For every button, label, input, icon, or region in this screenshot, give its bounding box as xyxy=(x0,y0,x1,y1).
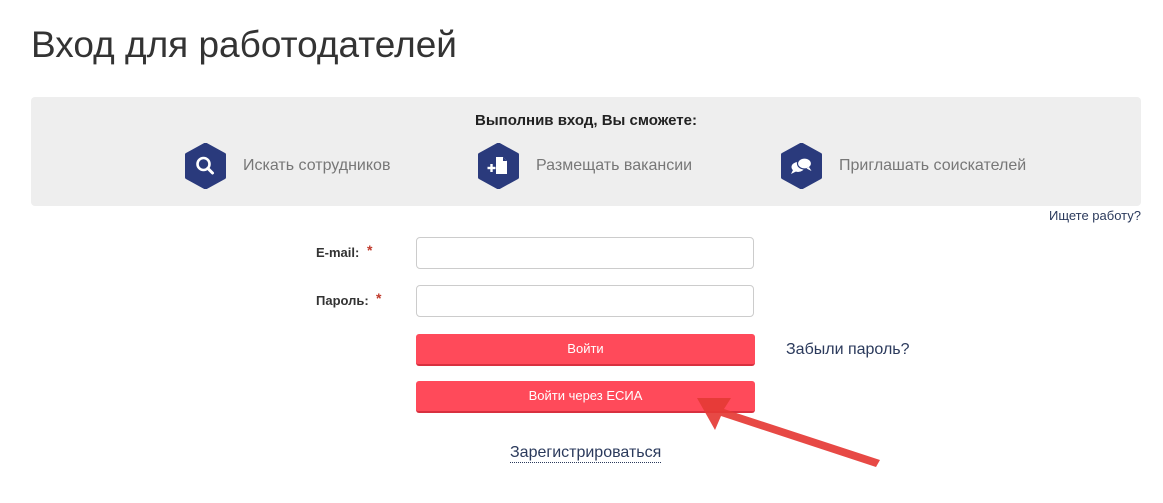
chat-bubbles-icon xyxy=(781,143,822,189)
page-title: Вход для работодателей xyxy=(31,24,457,65)
email-label: E-mail: xyxy=(316,245,360,260)
benefit-search-employees: Искать сотрудников xyxy=(184,143,390,189)
benefits-heading: Выполнив вход, Вы сможете: xyxy=(475,112,697,129)
esia-login-button[interactable]: Войти через ЕСИА xyxy=(416,381,755,413)
add-document-icon xyxy=(478,143,519,189)
password-input[interactable] xyxy=(416,285,754,317)
benefit-invite-candidates: Приглашать соискателей xyxy=(780,143,1026,189)
job-seeker-link[interactable]: Ищете работу? xyxy=(1049,208,1141,223)
password-required-mark: * xyxy=(376,290,382,306)
benefits-panel: Выполнив вход, Вы сможете: Искать сотруд… xyxy=(31,97,1141,206)
register-link[interactable]: Зарегистрироваться xyxy=(510,444,662,463)
forgot-password-link[interactable]: Забыли пароль? xyxy=(786,341,910,359)
benefit-label: Приглашать соискателей xyxy=(839,157,1027,174)
search-icon xyxy=(185,143,226,189)
email-input[interactable] xyxy=(416,237,754,269)
benefit-label: Искать сотрудников xyxy=(243,157,391,174)
login-button[interactable]: Войти xyxy=(416,334,755,366)
password-label: Пароль: xyxy=(316,293,369,308)
benefit-label: Размещать вакансии xyxy=(536,157,693,174)
email-required-mark: * xyxy=(367,242,373,258)
benefit-post-vacancies: Размещать вакансии xyxy=(477,143,692,189)
